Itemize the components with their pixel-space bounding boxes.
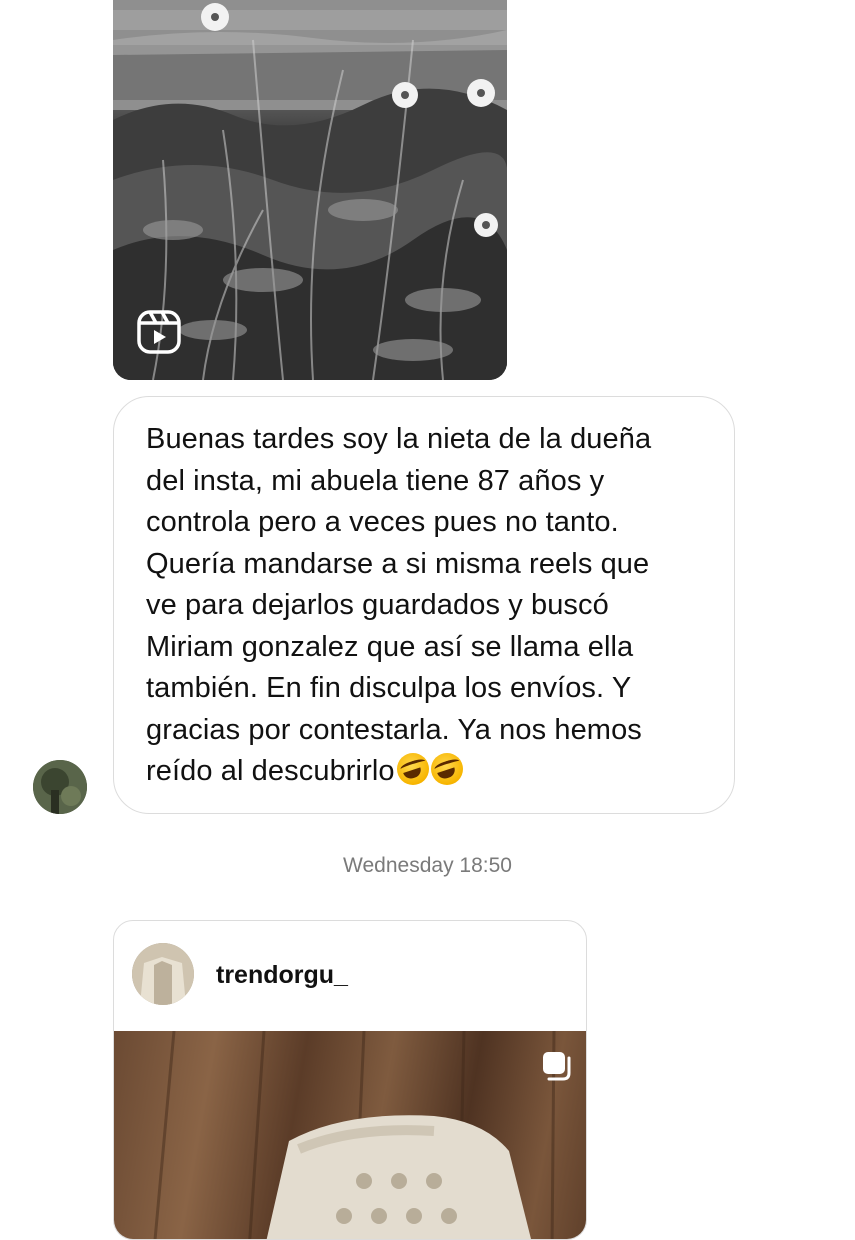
avatar-image [33,760,87,814]
message-text: Buenas tardes soy la nieta de la dueña d… [146,419,700,793]
message-timestamp: Wednesday 18:50 [343,854,512,877]
rofl-emoji-icon [396,753,429,785]
message-bubble[interactable]: Buenas tardes soy la nieta de la dueña d… [113,396,735,814]
post-author-avatar[interactable] [132,943,194,1005]
post-photo [153,1030,556,1239]
message-line: Quería mandarse a si misma reels que [146,547,650,580]
message-line: ve para dejarlos guardados y buscó [146,589,609,621]
shared-post-card[interactable]: trendorgu_ [113,920,587,1240]
message-line: reído al descubrirlo [146,755,395,787]
message-line: del insta, mi abuela tiene 87 años y [146,464,605,497]
message-line: controla pero a veces pues no tanto. [146,506,619,538]
message-line: Buenas tardes soy la nieta de la dueña [146,423,652,455]
post-avatar-image [132,943,194,1005]
post-image[interactable] [114,1030,586,1239]
message-line: gracias por contestarla. Ya nos hemos [146,713,642,746]
sender-avatar[interactable] [33,760,87,814]
message-line: también. En fin disculpa los envíos. Y [146,672,632,704]
rofl-emoji-icon [430,753,463,785]
post-username[interactable]: trendorgu_ [216,961,348,990]
message-line: Miriam gonzalez que así se llama ella [146,630,634,663]
carousel-icon [543,1052,571,1081]
reels-icon [137,310,181,354]
shared-reel-thumbnail[interactable] [113,0,507,380]
